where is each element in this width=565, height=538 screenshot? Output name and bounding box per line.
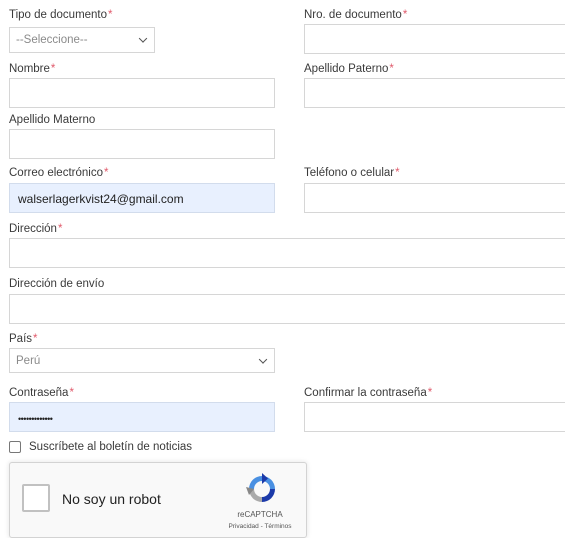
nro-documento-label: Nro. de documento* — [304, 9, 408, 21]
direccion-input[interactable] — [9, 238, 565, 268]
pais-selected: Perú — [16, 354, 41, 367]
recaptcha-logo-icon — [246, 473, 275, 502]
confirmar-contrasena-input[interactable] — [304, 402, 565, 432]
nro-documento-input[interactable] — [304, 24, 565, 54]
required-mark: * — [33, 333, 38, 345]
newsletter-label: Suscríbete al boletín de noticias — [29, 441, 193, 453]
nombre-input[interactable] — [9, 78, 275, 108]
newsletter-checkbox[interactable] — [9, 441, 21, 453]
contrasena-input[interactable]: ••••••••••••• — [9, 402, 275, 432]
apellido-materno-label: Apellido Materno — [9, 114, 96, 126]
required-mark: * — [69, 387, 74, 399]
contrasena-label: Contraseña* — [9, 387, 74, 399]
correo-value: walserlagerkvist24@gmail.com — [18, 192, 184, 206]
direccion-envio-label: Dirección de envío — [9, 278, 105, 290]
apellido-paterno-label: Apellido Paterno* — [304, 63, 394, 75]
telefono-label: Teléfono o celular* — [304, 167, 400, 179]
correo-label: Correo electrónico* — [9, 167, 109, 179]
chevron-down-icon — [258, 354, 268, 364]
chevron-down-icon — [138, 34, 148, 43]
required-mark: * — [108, 9, 113, 21]
tipo-documento-label: Tipo de documento* — [9, 9, 113, 21]
recaptcha-links[interactable]: Privacidad - Términos — [210, 523, 310, 530]
recaptcha-label: No soy un robot — [62, 491, 161, 507]
apellido-materno-input[interactable] — [9, 129, 275, 159]
contrasena-value: ••••••••••••• — [18, 414, 53, 424]
tipo-documento-select[interactable]: --Seleccione-- — [9, 27, 155, 53]
recaptcha-brand: reCAPTCHA — [237, 510, 283, 519]
recaptcha-widget: No soy un robot reCAPTCHA Privacidad - T… — [9, 462, 307, 538]
confirmar-contrasena-label: Confirmar la contraseña* — [304, 387, 433, 399]
nombre-label: Nombre* — [9, 63, 56, 75]
apellido-paterno-input[interactable] — [304, 78, 565, 108]
correo-input[interactable]: walserlagerkvist24@gmail.com — [9, 183, 275, 213]
tipo-documento-selected: --Seleccione-- — [16, 34, 88, 46]
telefono-input[interactable] — [304, 183, 565, 213]
direccion-envio-input[interactable] — [9, 294, 565, 324]
required-mark: * — [395, 167, 400, 179]
required-mark: * — [50, 63, 56, 75]
recaptcha-checkbox[interactable] — [22, 484, 50, 512]
required-mark: * — [103, 167, 109, 179]
required-mark: * — [389, 63, 394, 75]
direccion-label: Dirección* — [9, 223, 63, 235]
required-mark: * — [57, 223, 63, 235]
required-mark: * — [402, 9, 408, 21]
required-mark: * — [427, 387, 433, 399]
pais-label: País* — [9, 333, 38, 345]
pais-select[interactable]: Perú — [9, 348, 275, 373]
